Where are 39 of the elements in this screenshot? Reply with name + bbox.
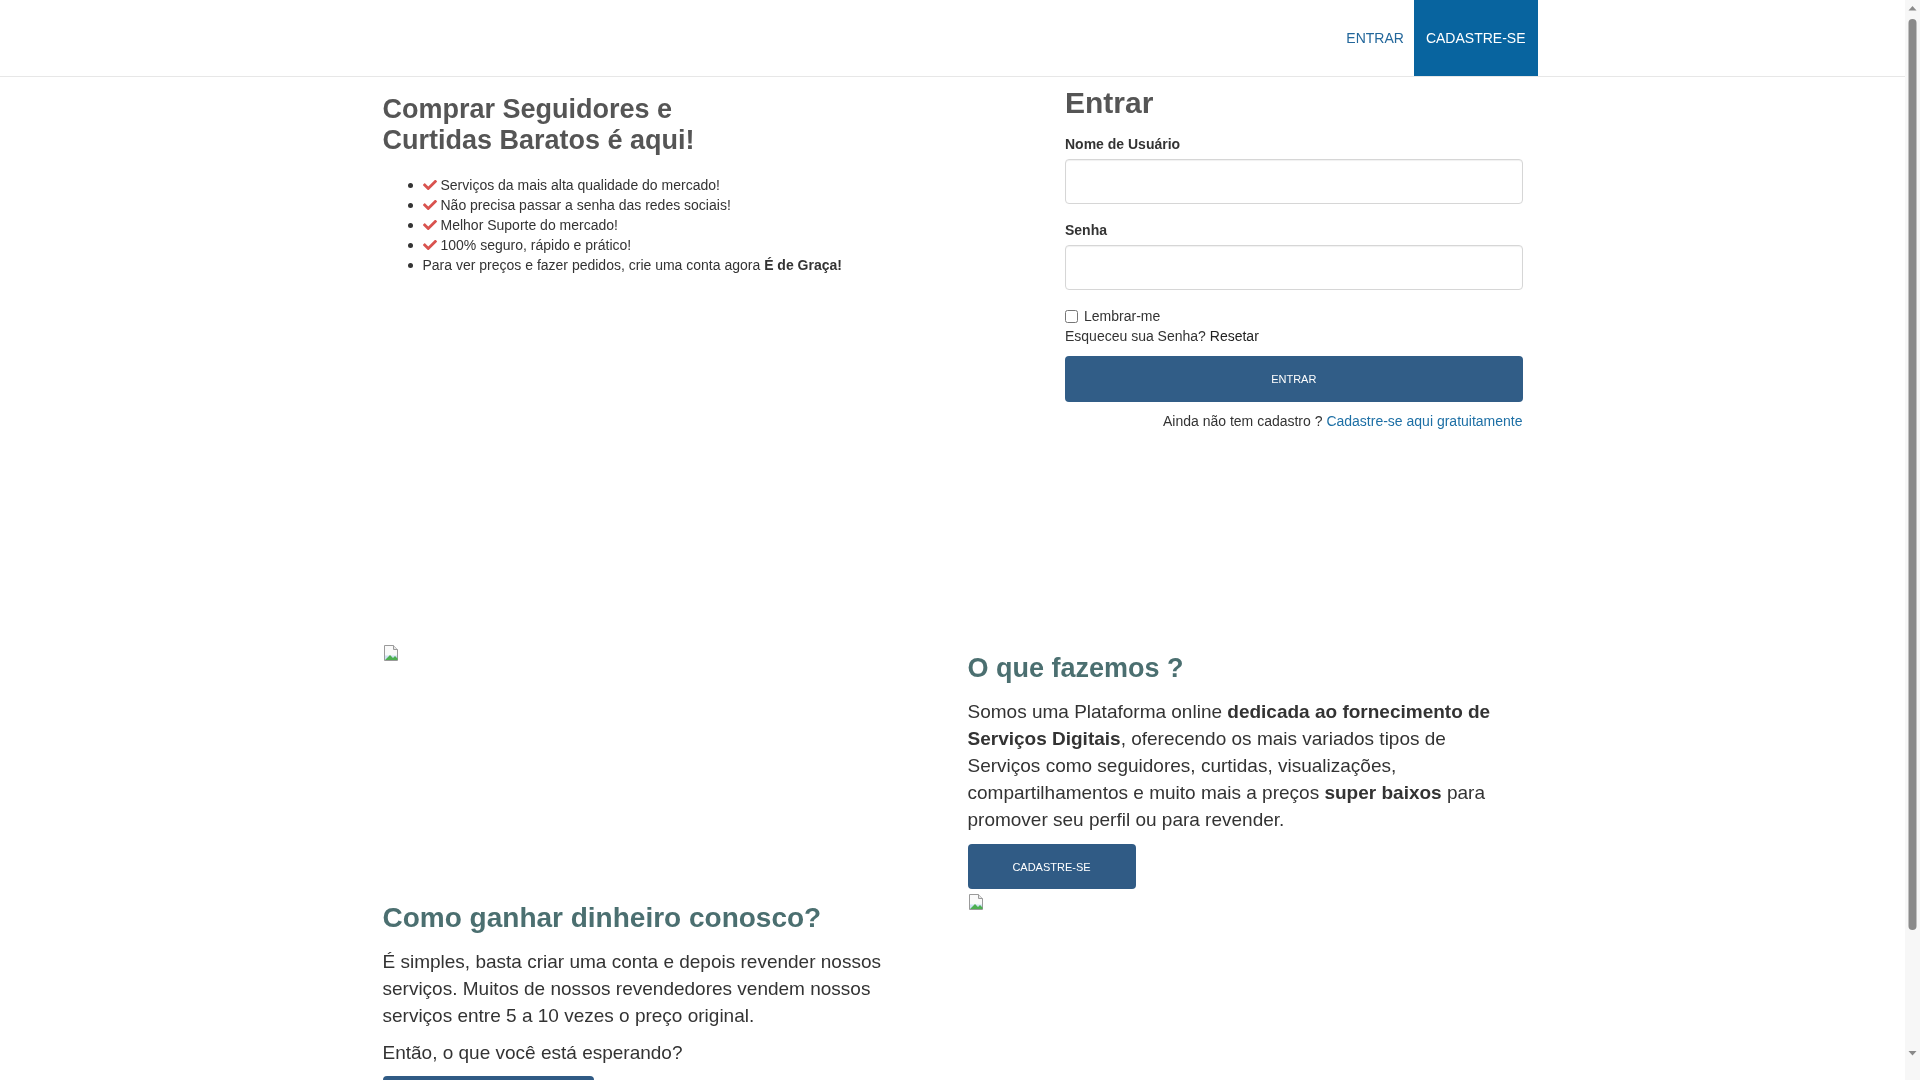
- feature-text: Para ver preços e fazer pedidos, crie uma conta agora É de Graça!: [422, 256, 842, 275]
- check-icon: [422, 180, 437, 190]
- feature-text: Não precisa passar a senha das redes sociais!: [440, 196, 731, 215]
- signup-prompt: Ainda não tem cadastro ? Cadastre-se aqui gratuitamente: [1161, 412, 1523, 431]
- feature-text: Melhor Suporte do mercado!: [440, 216, 618, 235]
- nav-link[interactable]: ENTRAR: [1334, 0, 1414, 76]
- login-title: Entrar: [1065, 86, 1155, 119]
- check-icon: [422, 220, 437, 230]
- nav-button[interactable]: CADASTRE-SE: [1413, 0, 1538, 76]
- reset-link[interactable]: Resetar: [1209, 328, 1259, 344]
- forgot-password-text: Esqueceu sua Senha? Resetar: [1065, 327, 1260, 346]
- bullet-icon: [407, 202, 413, 208]
- field-label: Nome de Usuário: [1065, 135, 1182, 154]
- bullet-icon: [407, 222, 413, 228]
- section-title: O que fazemos ?: [967, 653, 1185, 683]
- body-text: Então, o que você está esperando?: [382, 1040, 684, 1065]
- section-title: Como ganhar dinheiro conosco?: [382, 902, 823, 933]
- bullet-icon: [407, 182, 413, 188]
- broken-image-icon: [967, 894, 984, 910]
- feature-text: 100% seguro, rápido e prático!: [440, 236, 632, 255]
- partial-button[interactable]: [382, 1076, 594, 1080]
- signup-button[interactable]: CADASTRE-SE: [967, 844, 1136, 889]
- check-icon: [422, 240, 437, 250]
- body-text: Somos uma Plataforma online dedicada ao fornecimento de Serviços Digitais, oferecendo os mais variados tipos de Serviços como seguidores, curtidas, visualizações, compartilhamentos e muito mais a preços super baixos para promover seu perfil ou para revender.: [967, 700, 1492, 832]
- scrollbar[interactable]: [1905, 0, 1920, 1080]
- field-label: Senha: [1065, 221, 1108, 240]
- remember-checkbox[interactable]: [1065, 309, 1078, 323]
- login-button[interactable]: ENTRAR: [1065, 356, 1523, 402]
- bullet-icon: [407, 262, 413, 268]
- page-title: Comprar Seguidores e Curtidas Baratos é aqui!: [382, 94, 696, 156]
- bullet-icon: [407, 242, 413, 248]
- input-field[interactable]: [1065, 245, 1523, 290]
- feature-text: Serviços da mais alta qualidade do mercado!: [440, 176, 720, 195]
- signup-link[interactable]: Cadastre-se aqui gratuitamente: [1326, 413, 1523, 429]
- body-text: É simples, basta criar uma conta e depois revender nossos serviços. Muitos de nossos revendedores vendem nossos serviços entre 5 a 10 vezes o preço original.: [382, 949, 882, 1028]
- check-icon: [422, 200, 437, 210]
- broken-image-icon: [382, 645, 399, 661]
- input-field[interactable]: [1065, 159, 1523, 204]
- checkbox-label: Lembrar-me: [1084, 307, 1161, 326]
